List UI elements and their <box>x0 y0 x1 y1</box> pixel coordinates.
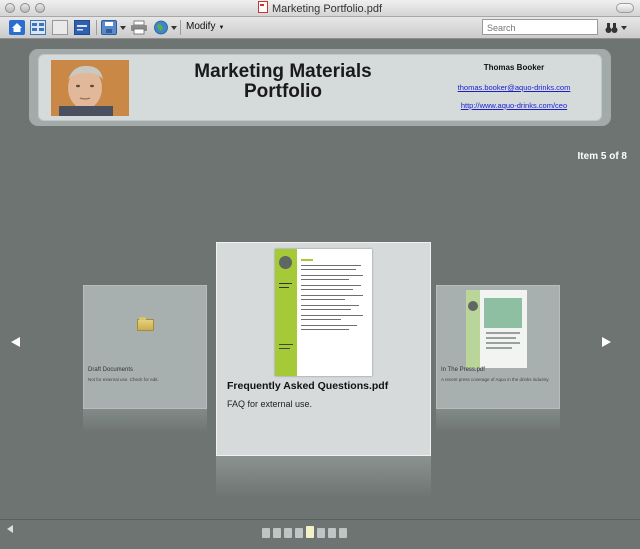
thumbnail-line <box>301 319 341 321</box>
search-options-chevron-icon[interactable] <box>621 26 627 30</box>
center-item-name: Frequently Asked Questions.pdf <box>227 380 389 392</box>
globe-icon[interactable] <box>153 20 169 35</box>
layout-glyph <box>32 23 44 31</box>
thumbnail-logo <box>279 256 292 269</box>
thumbnail-line <box>301 325 357 327</box>
page-indicator-dot[interactable] <box>295 528 303 538</box>
thumbnail-line <box>279 348 290 350</box>
previous-item-arrow-icon[interactable] <box>11 337 20 347</box>
thumbnail-line <box>301 329 349 331</box>
modify-chevron-icon: ▼ <box>218 25 225 31</box>
card-icon[interactable] <box>74 20 90 35</box>
thumbnail-line <box>301 289 353 291</box>
thumbnail-line <box>279 283 292 285</box>
page-indicator-dot[interactable] <box>339 528 347 538</box>
toolbar: Modify ▼ <box>0 17 640 39</box>
faq-document-thumbnail <box>275 249 372 376</box>
right-item-description: A recent press coverage of Aquo in the d… <box>441 377 550 382</box>
globe-glyph <box>154 20 168 35</box>
search-input[interactable] <box>482 19 598 35</box>
thumbnail-line <box>301 309 351 311</box>
toolbar-toggle-button[interactable] <box>616 3 634 13</box>
print-icon[interactable] <box>130 20 148 35</box>
thumbnail-line <box>301 275 363 277</box>
carousel-item-left[interactable] <box>83 285 207 409</box>
left-item-name: Draft Documents <box>88 367 134 373</box>
folder-icon <box>137 317 154 331</box>
portfolio-title-line2: Portfolio <box>243 81 323 102</box>
thumbnail-line <box>301 285 361 287</box>
layout-icon[interactable] <box>30 20 46 35</box>
toolbar-separator <box>180 20 181 35</box>
thumbnail-line <box>301 315 363 317</box>
center-item-description: FAQ for external use. <box>227 399 313 409</box>
page-indicator-dot[interactable] <box>317 528 325 538</box>
next-item-arrow-icon[interactable] <box>602 337 611 347</box>
save-menu-chevron-icon[interactable] <box>120 26 126 30</box>
author-photo <box>51 60 129 116</box>
left-item-description: Not for external use. Check for edit. <box>88 377 159 382</box>
author-portrait <box>51 60 129 116</box>
author-website-link[interactable]: http://www.aquo-drinks.com/ceo <box>445 101 583 110</box>
globe-menu-chevron-icon[interactable] <box>171 26 177 30</box>
thumbnail-line <box>301 265 361 267</box>
author-email-link[interactable]: thomas.booker@aquo-drinks.com <box>445 83 583 92</box>
modify-label: Modify <box>186 21 216 32</box>
portfolio-title-line1: Marketing Materials <box>194 61 372 82</box>
scroll-left-icon[interactable] <box>7 525 13 533</box>
print-glyph <box>131 20 147 35</box>
save-icon[interactable] <box>101 20 117 35</box>
home-icon[interactable] <box>9 20 25 35</box>
card-glyph <box>77 25 87 31</box>
window-title-text: Marketing Portfolio.pdf <box>271 3 383 15</box>
thumbnail-heading <box>301 259 313 261</box>
modify-menu-button[interactable]: Modify ▼ <box>186 21 224 32</box>
carousel-item-center-reflection <box>216 456 431 498</box>
toolbar-separator <box>96 20 97 35</box>
author-name: Thomas Booker <box>483 63 545 72</box>
press-thumbnail <box>466 290 527 368</box>
binoculars-icon[interactable] <box>605 21 618 33</box>
page-indicator-dot[interactable] <box>273 528 281 538</box>
binoculars-glyph <box>605 23 618 33</box>
page-indicator-dot[interactable] <box>328 528 336 538</box>
page-indicator-dot[interactable] <box>262 528 270 538</box>
page-indicator-dot[interactable] <box>284 528 292 538</box>
page-icon[interactable] <box>52 20 68 35</box>
thumbnail-line <box>279 344 293 346</box>
save-glyph <box>105 22 113 33</box>
item-counter: Item 5 of 8 <box>577 151 627 162</box>
thumbnail-line <box>301 269 356 271</box>
thumbnail-line <box>279 287 289 289</box>
carousel-item-left-reflection <box>83 409 207 433</box>
pdf-file-icon <box>257 1 268 13</box>
thumbnail-line <box>301 305 359 307</box>
carousel-item-right-reflection <box>436 409 560 433</box>
thumbnail-line <box>301 295 363 297</box>
thumbnail-line <box>301 279 349 281</box>
press-thumbnail-art <box>466 290 527 368</box>
window-title: Marketing Portfolio.pdf <box>0 1 640 15</box>
title-bar: Marketing Portfolio.pdf <box>0 0 640 17</box>
portfolio-title: Marketing Materials Portfolio <box>180 62 386 102</box>
right-item-name: In The Press.pdf <box>441 367 485 373</box>
home-glyph <box>12 23 22 32</box>
thumbnail-line <box>301 299 345 301</box>
page-indicator-dot[interactable] <box>306 526 314 538</box>
viewer-window: Marketing Portfolio.pdf Modify ▼ Search … <box>0 0 640 549</box>
